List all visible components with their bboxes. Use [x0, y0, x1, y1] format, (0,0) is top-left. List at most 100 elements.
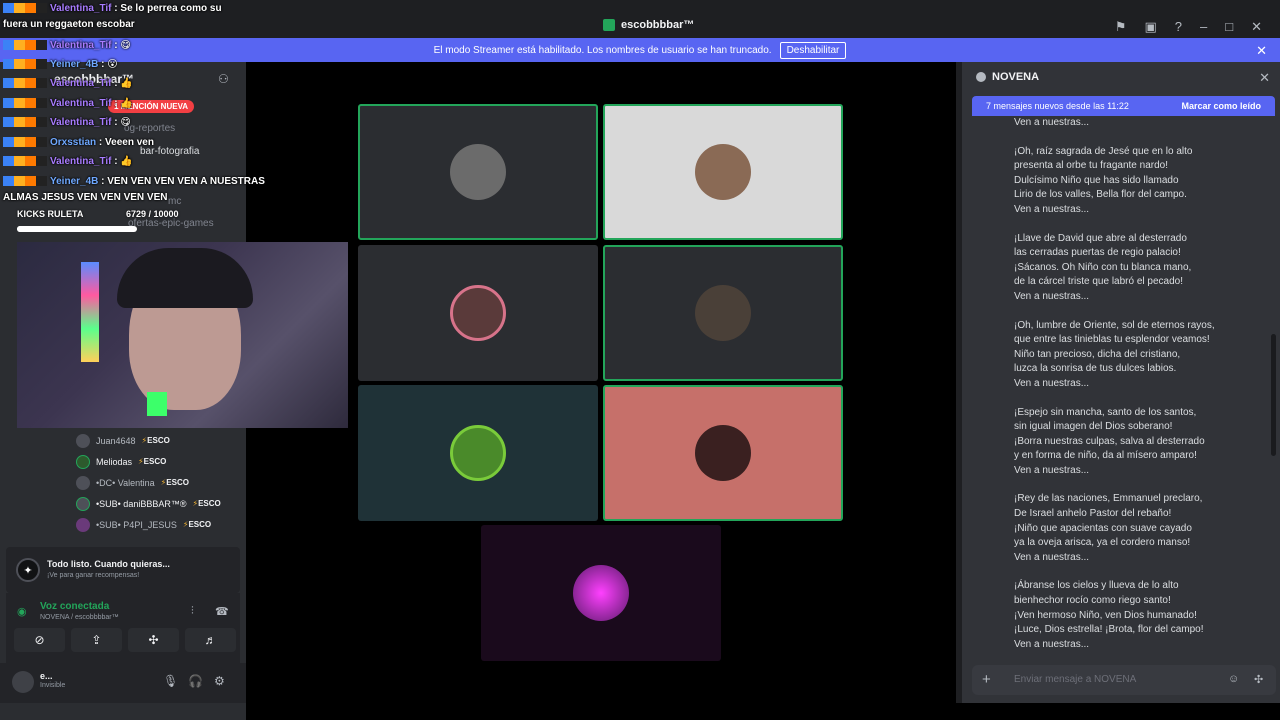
- add-attachment-icon[interactable]: +: [982, 671, 991, 688]
- gear-icon[interactable]: ⚙: [214, 674, 225, 688]
- help-icon[interactable]: ?: [1175, 19, 1182, 35]
- activities-button[interactable]: ✣: [128, 628, 179, 652]
- message-line: ¡Borra nuestras culpas, salva al desterr…: [1014, 435, 1205, 447]
- participant-tile[interactable]: [358, 245, 598, 381]
- avatar: [695, 425, 751, 481]
- message-line: ¡Sácanos. Oh Niño con tu blanca mano,: [1014, 261, 1192, 273]
- message-line: ¡Oh, raíz sagrada de Jesé que en lo alto: [1014, 145, 1193, 157]
- message: Ven a nuestras...: [1014, 116, 1274, 131]
- minimize-icon[interactable]: –: [1200, 19, 1207, 35]
- badges-icon: [3, 176, 47, 187]
- disable-streamer-button[interactable]: Deshabilitar: [779, 41, 847, 59]
- apps-icon[interactable]: ✣: [1254, 673, 1263, 686]
- overlay-username: Yeiner_4B: [50, 59, 99, 70]
- disconnect-icon[interactable]: ☎: [215, 605, 229, 618]
- overlay-username: Valentina_Tif: [50, 156, 112, 167]
- overlay-username: Valentina_Tif: [50, 117, 112, 128]
- screen-share-button[interactable]: ⇪: [71, 628, 122, 652]
- participant-tile[interactable]: [358, 104, 598, 240]
- avatar: [76, 433, 90, 448]
- message-placeholder: Enviar mensaje a NOVENA: [1014, 674, 1137, 685]
- message-line: de la cárcel triste que labró el pecado!: [1014, 276, 1183, 288]
- lights-image: [81, 262, 99, 362]
- message-line: Lirio de los valles, Bella flor del camp…: [1014, 189, 1187, 201]
- participant-tile[interactable]: [603, 245, 843, 381]
- maximize-icon[interactable]: □: [1225, 19, 1233, 35]
- voice-user-list: Juan4648 ⚡ESCO Meliodas ⚡ESCO •DC• Valenti…: [76, 430, 221, 535]
- voice-user[interactable]: Juan4648 ⚡ESCO: [76, 430, 221, 451]
- overlay-message: VEN VEN VEN VEN A NUESTRAS: [107, 176, 265, 187]
- badges-icon: [3, 156, 47, 167]
- activity-title: Todo listo. Cuando quieras...: [47, 559, 170, 569]
- message: ¡Llave de David que abre al desterrado la…: [1014, 232, 1274, 305]
- kicks-progress-fill: [17, 226, 98, 232]
- avatar: [695, 285, 751, 341]
- participant-tile[interactable]: [603, 385, 843, 521]
- message-line: Ven a nuestras...: [1014, 551, 1090, 563]
- participant-tile[interactable]: [603, 104, 843, 240]
- noise-suppression-icon[interactable]: ⫶: [191, 605, 194, 618]
- overlay-message: 😋: [120, 40, 131, 51]
- new-messages-bar[interactable]: 7 mensajes nuevos desde las 11:22 Marcar…: [972, 96, 1275, 116]
- soundboard-button[interactable]: ♬: [185, 628, 236, 652]
- new-messages-text: 7 mensajes nuevos desde las 11:22: [986, 101, 1129, 111]
- message-line: Ven a nuestras...: [1014, 464, 1090, 476]
- message-line: ya la oveja arisca, ya el cordero manso!: [1014, 537, 1191, 549]
- message: ¡Oh, raíz sagrada de Jesé que en lo alto…: [1014, 145, 1274, 218]
- overlay-message: Se lo perrea como su: [120, 3, 222, 14]
- message: ¡Rey de las naciones, Emmanuel preclaro,…: [1014, 492, 1274, 565]
- message-line: De Israel anhelo Pastor del rebaño!: [1014, 508, 1172, 520]
- close-icon[interactable]: ✕: [1251, 19, 1262, 35]
- overlay-username: Valentina_Tif: [50, 98, 112, 109]
- voice-user[interactable]: •SUB• P4PI_JESUS ⚡ESCO: [76, 514, 221, 535]
- message-line: ¡Niño que apacientas con suave cayado: [1014, 522, 1192, 534]
- voice-user[interactable]: Meliodas ⚡ESCO: [76, 451, 221, 472]
- voice-user[interactable]: •SUB• daniBBBAR™® ⚡ESCO: [76, 493, 221, 514]
- message-line: sin igual imagen del Dios soberano!: [1014, 421, 1173, 433]
- voice-status[interactable]: Voz conectada: [40, 601, 109, 612]
- overlay-message: Veeen ven: [105, 137, 154, 148]
- user-status: Invisible: [40, 682, 66, 689]
- message-line: ¡Luce, Dios estrella! ¡Brota, flor del c…: [1014, 624, 1204, 636]
- scrollbar[interactable]: [1271, 334, 1276, 456]
- close-icon[interactable]: ✕: [1256, 43, 1267, 59]
- badges-icon: [3, 117, 47, 128]
- message-input[interactable]: + Enviar mensaje a NOVENA ☺ ✣: [972, 665, 1276, 695]
- camera-off-button[interactable]: ⊘: [14, 628, 65, 652]
- avatar: [450, 285, 506, 341]
- avatar: [695, 144, 751, 200]
- message-line: que entre las tinieblas tu esplendor vea…: [1014, 334, 1210, 346]
- overlay-chat-line: fuera un reggaeton escobar: [3, 19, 135, 30]
- message: ¡Oh, lumbre de Oriente, sol de eternos r…: [1014, 319, 1274, 392]
- username[interactable]: e...: [40, 671, 53, 681]
- participant-tile[interactable]: [481, 525, 721, 661]
- message-line: ¡Oh, lumbre de Oriente, sol de eternos r…: [1014, 319, 1215, 331]
- avatar[interactable]: [12, 671, 34, 693]
- microphone-icon[interactable]: 🎙: [163, 674, 178, 688]
- close-icon[interactable]: ✕: [1259, 70, 1270, 86]
- message-line: Ven a nuestras...: [1014, 377, 1090, 389]
- stream-chat-overlay: Valentina_Tif : Se lo perrea como su fuer…: [0, 0, 265, 240]
- voice-panel: ◉ Voz conectada NOVENA / escobbbbar™ ⫶ ☎…: [6, 593, 240, 663]
- overlay-chat-line: ALMAS JESUS VEN VEN VEN VEN: [3, 192, 167, 203]
- voice-channel[interactable]: NOVENA / escobbbbar™: [40, 614, 119, 621]
- mark-read-button[interactable]: Marcar como leído: [1181, 101, 1261, 111]
- overlay-message: 👍: [120, 156, 133, 167]
- avatar: [76, 475, 90, 490]
- inbox-icon[interactable]: ▣: [1144, 19, 1156, 35]
- message-line: presenta al orbe tu fragante nardo!: [1014, 160, 1168, 172]
- green-cube-image: [147, 392, 167, 416]
- avatar: [76, 517, 90, 532]
- message-line: ¡Espejo sin mancha, santo de los santos,: [1014, 406, 1197, 418]
- emoji-icon[interactable]: ☺: [1228, 673, 1239, 685]
- overlay-message: 👍: [120, 78, 133, 89]
- participant-tile[interactable]: [358, 385, 598, 521]
- activity-subtitle: ¡Ve para ganar recompensas!: [47, 572, 140, 579]
- activity-icon: ✦: [16, 558, 40, 582]
- message-line: ¡Ven hermoso Niño, ven Dios humanado!: [1014, 609, 1197, 621]
- overlay-username: Valentina_Tif: [50, 78, 112, 89]
- flag-icon[interactable]: ⚑: [1115, 19, 1127, 35]
- headphones-icon[interactable]: 🎧: [188, 674, 203, 688]
- voice-user[interactable]: •DC• Valentina ⚡ESCO: [76, 472, 221, 493]
- activity-card[interactable]: ✦ Todo listo. Cuando quieras... ¡Ve para…: [6, 547, 240, 593]
